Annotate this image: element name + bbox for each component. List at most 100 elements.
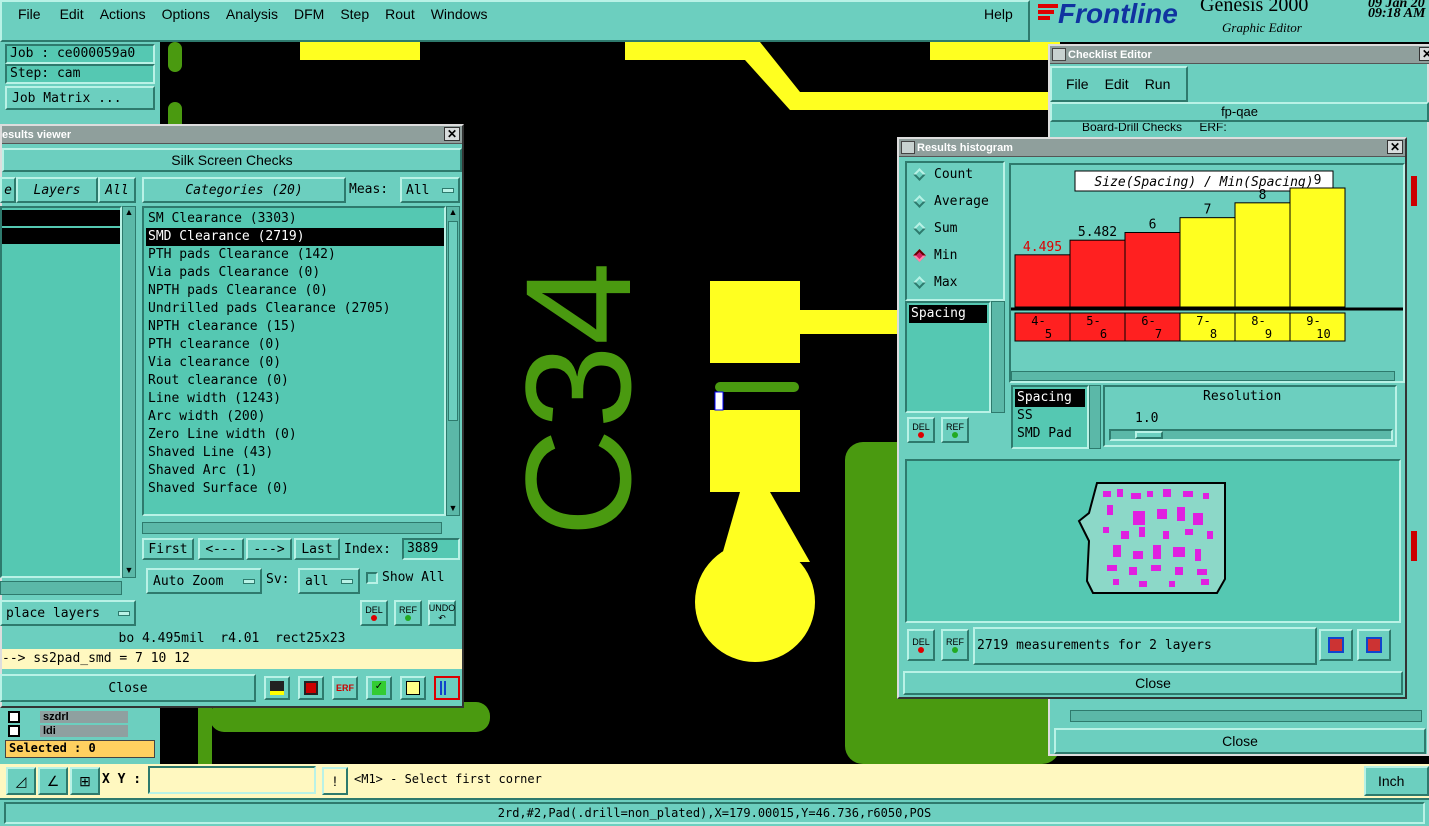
layers-scrollbar[interactable]: ▲ ▼ bbox=[122, 206, 136, 578]
histogram-close-button[interactable]: Close bbox=[903, 671, 1403, 695]
menu-rout[interactable]: Rout bbox=[385, 6, 415, 22]
category-item[interactable]: Shaved Surface (0) bbox=[146, 480, 444, 498]
window-menu-icon[interactable] bbox=[901, 141, 915, 154]
results-close-button[interactable]: Close bbox=[0, 674, 256, 702]
chart-bar[interactable] bbox=[1124, 232, 1181, 308]
histogram-yellow-icon[interactable] bbox=[264, 676, 290, 700]
layers-list[interactable] bbox=[0, 206, 122, 578]
menu-actions[interactable]: Actions bbox=[100, 6, 146, 22]
menu-dfm[interactable]: DFM bbox=[294, 6, 324, 22]
measure-type-list[interactable]: Spacing SS SMD Pad bbox=[1011, 385, 1089, 449]
menu-file[interactable]: File bbox=[18, 6, 41, 22]
checklist-menu-file[interactable]: File bbox=[1066, 76, 1089, 92]
category-item[interactable]: Arc width (200) bbox=[146, 408, 444, 426]
layer-row[interactable]: szdrl bbox=[8, 710, 128, 724]
category-item[interactable]: Via pads Clearance (0) bbox=[146, 264, 444, 282]
category-item[interactable]: Zero Line width (0) bbox=[146, 426, 444, 444]
layers-hscrollbar[interactable] bbox=[0, 581, 122, 595]
histogram-icon[interactable] bbox=[434, 676, 460, 700]
slider-thumb[interactable] bbox=[1135, 431, 1163, 439]
measure-type-scrollbar[interactable] bbox=[1089, 385, 1101, 449]
next-button[interactable]: ---> bbox=[246, 538, 292, 560]
chart-hscrollbar[interactable] bbox=[1011, 371, 1395, 381]
mode-radio-average[interactable]: Average bbox=[911, 194, 989, 209]
units-select[interactable]: Inch bbox=[1364, 766, 1429, 796]
exclamation-icon[interactable]: ! bbox=[322, 767, 348, 795]
checkbox-icon[interactable] bbox=[8, 725, 20, 737]
menu-windows[interactable]: Windows bbox=[431, 6, 488, 22]
radio-diamond-icon[interactable] bbox=[913, 195, 926, 208]
categories-hscrollbar[interactable] bbox=[142, 522, 442, 534]
first-button[interactable]: First bbox=[142, 538, 194, 560]
replace-layers-menu[interactable]: place layers bbox=[0, 600, 136, 626]
categories-scrollbar[interactable]: ▲ ▼ bbox=[446, 206, 460, 516]
hist-ref-button[interactable]: REF bbox=[941, 417, 969, 443]
category-item[interactable]: NPTH pads Clearance (0) bbox=[146, 282, 444, 300]
close-icon[interactable]: ✕ bbox=[444, 127, 460, 141]
category-item[interactable]: SMD Clearance (2719) bbox=[146, 228, 444, 246]
hist-bottom-ref-button[interactable]: REF bbox=[941, 629, 969, 661]
mode-radio-min[interactable]: Min bbox=[911, 248, 957, 263]
auto-zoom-menu[interactable]: Auto Zoom bbox=[146, 568, 262, 594]
chart-bar[interactable] bbox=[1289, 187, 1346, 308]
category-item[interactable]: Shaved Line (43) bbox=[146, 444, 444, 462]
radio-diamond-icon[interactable] bbox=[913, 276, 926, 289]
checklist-hscrollbar[interactable] bbox=[1070, 710, 1422, 722]
hist-del-button[interactable]: DEL bbox=[907, 417, 935, 443]
window-menu-icon[interactable] bbox=[1052, 48, 1066, 61]
layer-red-icon[interactable] bbox=[298, 676, 324, 700]
hist-bottom-del-button[interactable]: DEL bbox=[907, 629, 935, 661]
index-input[interactable]: 3889 bbox=[402, 538, 460, 560]
mode-radio-sum[interactable]: Sum bbox=[911, 221, 957, 236]
tab-e[interactable]: e bbox=[0, 177, 16, 203]
category-item[interactable]: Shaved Arc (1) bbox=[146, 462, 444, 480]
sv-select[interactable]: all bbox=[298, 568, 360, 594]
resolution-slider[interactable] bbox=[1109, 429, 1393, 441]
import-icon[interactable] bbox=[1357, 629, 1391, 661]
checkbox-icon[interactable] bbox=[8, 711, 20, 723]
xy-input[interactable] bbox=[148, 766, 316, 794]
category-item[interactable]: PTH clearance (0) bbox=[146, 336, 444, 354]
mode-radio-max[interactable]: Max bbox=[911, 275, 957, 290]
chart-bar[interactable] bbox=[1234, 202, 1291, 308]
close-icon[interactable]: ✕ bbox=[1419, 47, 1429, 61]
ref-button[interactable]: REF bbox=[394, 600, 422, 626]
histogram-measure-list[interactable]: Spacing bbox=[905, 301, 991, 413]
category-item[interactable]: Undrilled pads Clearance (2705) bbox=[146, 300, 444, 318]
menu-edit[interactable]: Edit bbox=[60, 6, 84, 22]
list-item[interactable]: SS bbox=[1015, 407, 1085, 425]
radio-diamond-icon[interactable] bbox=[913, 222, 926, 235]
green-check-icon[interactable]: ✓ bbox=[366, 676, 392, 700]
layer-row[interactable]: ldi bbox=[8, 725, 128, 737]
menu-options[interactable]: Options bbox=[162, 6, 210, 22]
category-item[interactable]: Via clearance (0) bbox=[146, 354, 444, 372]
list-item[interactable]: Spacing bbox=[1015, 389, 1085, 407]
checklist-row[interactable]: Board-Drill Checks ERF: bbox=[1054, 123, 1414, 133]
list-item[interactable]: Spacing bbox=[909, 305, 987, 323]
checklist-menu-edit[interactable]: Edit bbox=[1105, 76, 1129, 92]
menu-analysis[interactable]: Analysis bbox=[226, 6, 278, 22]
chart-bar[interactable] bbox=[1069, 239, 1126, 308]
checklist-close-button[interactable]: Close bbox=[1054, 728, 1426, 754]
categories-button[interactable]: Categories (20) bbox=[142, 177, 346, 203]
categories-list[interactable]: SM Clearance (3303) SMD Clearance (2719) P… bbox=[142, 206, 446, 516]
list-item[interactable] bbox=[2, 228, 120, 244]
export-icon[interactable] bbox=[1319, 629, 1353, 661]
mode-radio-count[interactable]: Count bbox=[911, 167, 973, 182]
report-icon[interactable] bbox=[400, 676, 426, 700]
snap-icon[interactable]: ◿ bbox=[6, 767, 36, 795]
checkbox-icon[interactable] bbox=[366, 571, 378, 584]
meas-select[interactable]: All bbox=[400, 177, 460, 203]
chart-bar[interactable] bbox=[1179, 217, 1236, 308]
checklist-menu-run[interactable]: Run bbox=[1145, 76, 1171, 92]
category-item[interactable]: NPTH clearance (15) bbox=[146, 318, 444, 336]
category-item[interactable]: Rout clearance (0) bbox=[146, 372, 444, 390]
angle-snap-icon[interactable]: ∠ bbox=[38, 767, 68, 795]
histogram-list-scrollbar[interactable] bbox=[991, 301, 1005, 413]
prev-button[interactable]: <--- bbox=[198, 538, 244, 560]
radio-diamond-icon[interactable] bbox=[913, 249, 926, 262]
last-button[interactable]: Last bbox=[294, 538, 340, 560]
menu-step[interactable]: Step bbox=[340, 6, 369, 22]
del-button[interactable]: DEL bbox=[360, 600, 388, 626]
layers-button[interactable]: Layers bbox=[16, 177, 98, 203]
